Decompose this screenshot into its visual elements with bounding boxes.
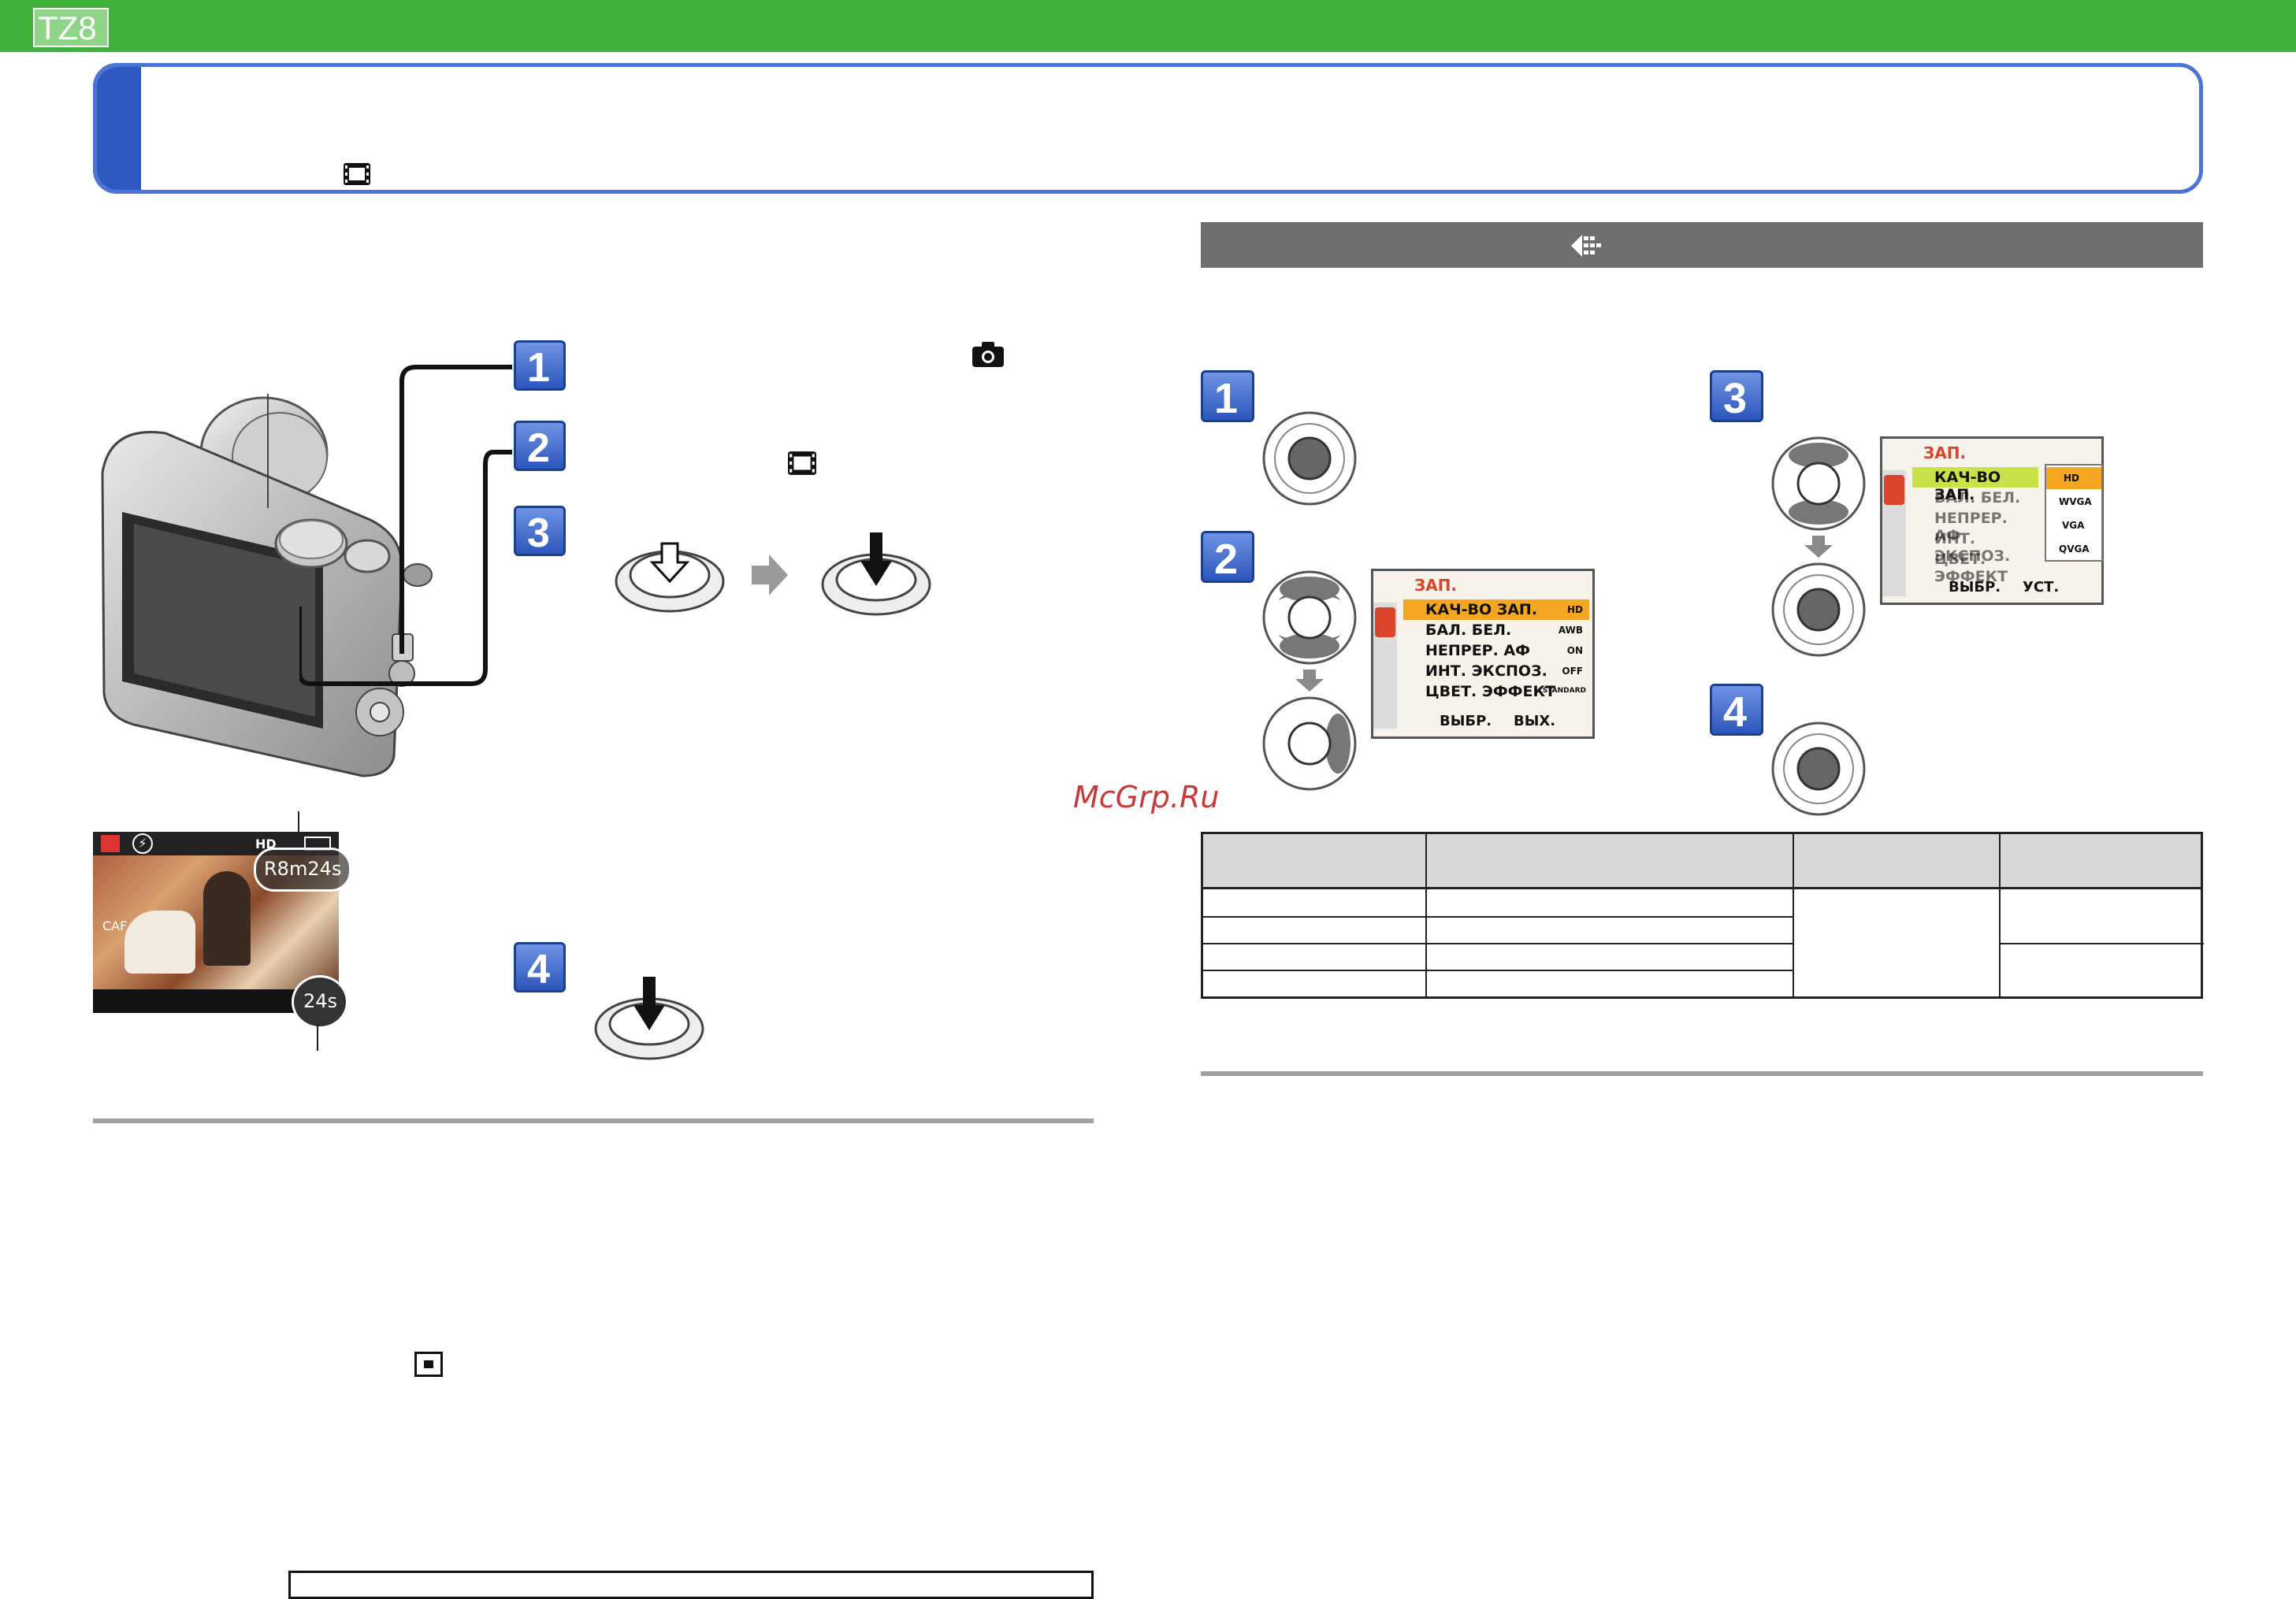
- dial-right-2: [1262, 696, 1357, 791]
- step-badge-1-right: 1: [1201, 370, 1254, 422]
- menu-row-1[interactable]: КАЧ-ВО ЗАП. HD: [1403, 599, 1589, 620]
- step-badge-2-right: 2: [1201, 531, 1254, 583]
- table-header: [1203, 834, 2201, 889]
- stop-icon: [414, 1352, 443, 1377]
- row-sep-3: [1203, 970, 1794, 971]
- shutter-half-press: [615, 542, 725, 613]
- divider-left: [93, 1119, 1094, 1123]
- section-bar: [1201, 222, 2203, 268]
- menu-row-4[interactable]: ИНТ. ЭКСПОЗ. OFF: [1403, 661, 1589, 681]
- menu-row-5[interactable]: ЦВЕТ. ЭФФЕКТ STANDARD: [1403, 681, 1589, 702]
- menu-row-3[interactable]: НЕПРЕР. АФ: [1912, 508, 2038, 544]
- dial-menu-set-4: [1771, 722, 1866, 816]
- row-sep-1: [1203, 916, 1794, 918]
- dial-updown-2: [1262, 570, 1357, 665]
- af-label: CAF: [102, 918, 128, 933]
- top-bar: [0, 0, 2296, 52]
- flash-off-icon: ⚡: [132, 833, 153, 854]
- remaining-time: R8m24s: [264, 858, 342, 880]
- screen-person: [203, 871, 251, 966]
- dial-updown-3: [1771, 436, 1866, 531]
- watermark: McGrp.Ru: [1073, 780, 1220, 814]
- step-badge-4-right: 4: [1710, 684, 1763, 736]
- col-sep-2: [1793, 834, 1794, 996]
- callout-lines: [299, 365, 512, 686]
- menu-tabs: [1882, 470, 1906, 596]
- menu-row-2[interactable]: БАЛ. БЕЛ.: [1912, 488, 2038, 508]
- menu-row-3[interactable]: НЕПРЕР. АФ ON: [1403, 640, 1589, 661]
- menu-row-4[interactable]: ИНТ. ЭКСПОЗ.: [1912, 529, 2038, 565]
- shutter-full-press-stop: [594, 977, 704, 1060]
- callout-line-top: [298, 811, 299, 848]
- movie-mode-indicator: [101, 835, 120, 852]
- model-badge: TZ8: [33, 8, 109, 47]
- menu-row-2[interactable]: БАЛ. БЕЛ. AWB: [1403, 620, 1589, 640]
- spec-table: [1201, 832, 2204, 999]
- option-3[interactable]: VGA: [2046, 514, 2101, 536]
- arrow-down-2: [1295, 670, 1324, 692]
- title-box: [93, 63, 2203, 194]
- menu-screen-1: ЗАП. КАЧ-ВО ЗАП. HD БАЛ. БЕЛ. AWB НЕПРЕР…: [1371, 569, 1595, 739]
- step-badge-3-right: 3: [1710, 370, 1763, 422]
- movie-icon: [344, 163, 370, 185]
- dial-set-3: [1771, 562, 1866, 657]
- menu-footer-action: ВЫХ.: [1514, 713, 1556, 729]
- model-badge-text: TZ8: [38, 9, 97, 46]
- row-sep-2: [1203, 943, 1794, 944]
- row-sep-2b: [1999, 943, 2204, 944]
- menu-icon: [1571, 235, 1601, 257]
- step-badge-4-left: 4: [514, 942, 566, 992]
- step-badge-3-left: 3: [514, 506, 566, 556]
- option-2[interactable]: WVGA: [2046, 491, 2101, 513]
- option-4[interactable]: QVGA: [2046, 538, 2101, 560]
- dial-menu-set-1: [1262, 411, 1357, 506]
- shutter-full-press: [821, 532, 931, 616]
- option-1[interactable]: HD: [2046, 467, 2101, 489]
- callout-line-bottom: [317, 1024, 318, 1051]
- arrow-down-3: [1804, 536, 1833, 558]
- menu-tabs: [1373, 603, 1397, 729]
- menu-footer-action: УСТ.: [2023, 579, 2060, 595]
- remaining-time-callout: R8m24s: [254, 848, 351, 892]
- divider-right: [1201, 1071, 2203, 1076]
- menu-title: ЗАП.: [1923, 443, 1967, 462]
- movie-mode-icon: [788, 451, 816, 475]
- col-sep-1: [1425, 834, 1427, 996]
- option-list: HD WVGA VGA QVGA: [2045, 464, 2103, 562]
- note-box: [288, 1571, 1094, 1599]
- elapsed-time-callout: 24s: [292, 975, 348, 1029]
- menu-screen-3: ЗАП. КАЧ-ВО ЗАП. БАЛ. БЕЛ. НЕПРЕР. АФ ИН…: [1880, 436, 2104, 605]
- screen-horse: [124, 911, 195, 974]
- menu-footer: ВЫБР.: [1440, 713, 1492, 729]
- arrow-right: [752, 555, 788, 595]
- menu-row-5[interactable]: ЦВЕТ. ЭФФЕКТ: [1912, 549, 2038, 585]
- step-badge-1-left: 1: [514, 340, 566, 391]
- menu-row-1[interactable]: КАЧ-ВО ЗАП.: [1912, 467, 2038, 503]
- step-badge-2-left: 2: [514, 421, 566, 471]
- title-box-accent: [97, 67, 141, 190]
- col-sep-3: [1999, 834, 2001, 996]
- menu-footer: ВЫБР.: [1949, 579, 2001, 595]
- elapsed-time: 24s: [303, 990, 338, 1012]
- menu-title: ЗАП.: [1414, 576, 1458, 595]
- camera-icon: [972, 342, 1004, 367]
